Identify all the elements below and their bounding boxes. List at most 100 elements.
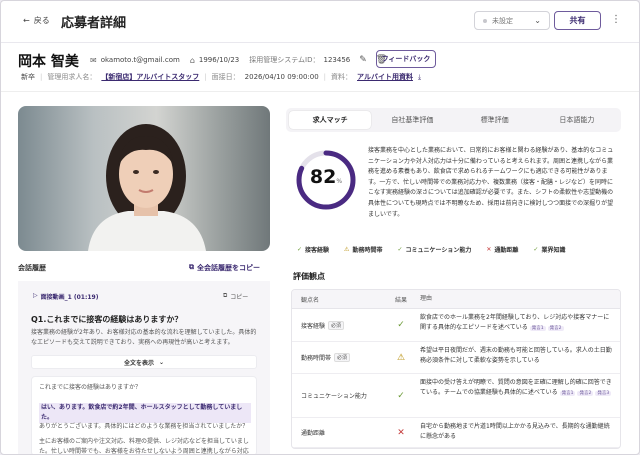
criterion-label: コミュニケーション能力 — [301, 393, 367, 400]
warning-icon: ⚠ — [396, 352, 406, 363]
share-button[interactable]: 共有 — [554, 11, 601, 30]
criteria-chip: ✓ 接客経験 — [297, 245, 329, 254]
criterion-label: 通勤距離 — [301, 430, 326, 437]
type-badge: 新卒 — [21, 73, 35, 81]
criterion-label: 接客経験 — [301, 322, 326, 330]
reason-text: 自宅から勤務地まで片道1時間以上かかる見込みで、長期的な通勤継続に懸念がある — [420, 423, 610, 440]
criteria-chips: ✓ 接客経験 ⚠ 勤務時間帯 ✓ コミュニケーション能力 ✕ 通勤距離 ✓ 業界知識 — [297, 245, 565, 254]
video-label: 面接動画_1 (01:19) — [40, 294, 99, 301]
reference-tag[interactable]: 発言1 — [529, 326, 546, 331]
job-meta: 新卒 | 管理用求人名： 【新宿店】アルバイトスタッフ | 面接日： 2026/… — [21, 72, 421, 82]
transcript-line-highlight: はい、あります。飲食店で約2年間、ホールスタッフとして勤務していました。 — [39, 403, 251, 423]
contact-meta: ✉ okamoto.t@gmail.com ⌂ 1996/10/23 採用管理シ… — [90, 55, 387, 65]
material-link[interactable]: アルバイト用資料 — [357, 72, 413, 82]
reason-text: 希望は平日夜間だが、週末の勤務も可能と回答している。求人の土日勤務必須条件に対し… — [420, 347, 612, 364]
result-cell: ⚠ — [382, 342, 420, 373]
reason-cell: 面接中の受け答えが明瞭で、質問の意図を正確に理解し的確に回答できている。チームで… — [420, 374, 620, 417]
applicant-photo — [18, 106, 270, 251]
status-value: 未設定 — [492, 16, 513, 25]
history-heading: 会話履歴 — [18, 264, 46, 272]
required-badge: 必須 — [328, 320, 345, 330]
mail-icon: ✉ — [90, 55, 97, 65]
copy-label: コピー — [230, 294, 249, 301]
edit-icon[interactable]: ✎ — [359, 55, 367, 65]
copy-all-label: 全会話履歴をコピー — [197, 264, 260, 272]
expand-button[interactable]: 全文を表示 ⌄ — [31, 355, 257, 369]
back-label: 戻る — [33, 16, 50, 25]
birthdate: 1996/10/23 — [198, 56, 240, 64]
reason-cell: 希望は平日夜間だが、週末の勤務も可能と回答している。求人の土日勤務必須条件に対し… — [420, 342, 620, 373]
tab-company-criteria[interactable]: 自社基準評価 — [371, 111, 453, 129]
copy-button[interactable]: ⧉ コピー — [223, 292, 248, 301]
chip-label: コミュニケーション能力 — [405, 247, 472, 254]
criterion-name: 接客経験 必須 — [292, 309, 382, 341]
back-button[interactable]: ← 戻る — [23, 15, 50, 26]
feedback-button[interactable]: フィードバック — [376, 50, 436, 68]
required-badge: 必須 — [334, 353, 351, 362]
video-link[interactable]: ▷ 面接動画_1 (01:19) — [33, 292, 98, 301]
interview-label: 面接日： — [211, 73, 240, 81]
applicant-detail-window: ← 戻る 応募者詳細 未設定 ⌄ 共有 ⋮ 岡本 智美 ✉ okamoto.t@… — [0, 0, 640, 455]
criteria-chip: ⚠ 勤務時間帯 — [344, 245, 382, 254]
score-value: 82 — [309, 166, 337, 188]
interview-date: 2026/04/10 09:00:00 — [244, 73, 319, 81]
reference-tag[interactable]: 発言2 — [577, 391, 594, 396]
col-reason: 理由 — [420, 295, 433, 302]
status-dot-icon — [483, 18, 487, 23]
copy-icon: ⧉ — [189, 263, 194, 271]
result-cell: ✕ — [382, 418, 420, 447]
job-link[interactable]: 【新宿店】アルバイトスタッフ — [101, 72, 199, 82]
table-row: 通勤距離 ✕ 自宅から勤務地まで片道1時間以上かかる見込みで、長期的な通勤継続に… — [292, 418, 620, 448]
header-divider — [1, 91, 639, 92]
chip-label: 接客経験 — [305, 247, 330, 254]
arrow-left-icon: ← — [23, 16, 30, 25]
criterion-name: コミュニケーション能力 — [292, 374, 382, 417]
evaluation-heading: 評価観点 — [293, 272, 325, 281]
cake-icon: ⌂ — [189, 55, 195, 65]
tab-job-match[interactable]: 求人マッチ — [289, 111, 372, 129]
tab-standard-eval[interactable]: 標準評価 — [454, 111, 536, 129]
transcript-line: 主にお客様のご案内や注文対応、料理の提供、レジ対応などを担当していました。忙しい… — [39, 438, 249, 455]
applicant-name: 岡本 智美 — [18, 54, 79, 70]
cross-icon: ✕ — [486, 246, 492, 253]
email: okamoto.t@gmail.com — [100, 56, 180, 64]
download-icon[interactable]: ⤓ — [418, 73, 421, 82]
expand-label: 全文を表示 — [123, 359, 154, 367]
portrait-illustration — [88, 124, 206, 251]
check-icon: ✓ — [533, 246, 539, 253]
chevron-down-icon: ⌄ — [158, 358, 165, 366]
copy-all-button[interactable]: ⧉ 全会話履歴をコピー — [189, 263, 260, 273]
criteria-chip: ✓ 業界知識 — [533, 245, 565, 254]
divider: | — [40, 73, 43, 81]
table-row: コミュニケーション能力 ✓ 面接中の受け答えが明瞭で、質問の意図を正確に理解し的… — [292, 374, 620, 418]
check-icon: ✓ — [297, 246, 303, 253]
more-menu-icon[interactable]: ⋮ — [611, 14, 621, 25]
job-label: 管理用求人名： — [47, 73, 97, 81]
col-name: 観点名 — [301, 296, 320, 304]
system-id-label: 採用管理システムID： — [249, 56, 320, 64]
chip-label: 業界知識 — [541, 247, 566, 254]
question-summary: 接客業務の経験が2年あり、お客様対応の基本的な流れを理解していました。具体的なエ… — [31, 329, 257, 346]
criterion-label: 勤務時間帯 — [301, 355, 332, 362]
reference-tag[interactable]: 発言3 — [595, 391, 612, 396]
tab-japanese[interactable]: 日本語能力 — [536, 111, 618, 129]
table-row: 勤務時間帯 必須 ⚠ 希望は平日夜間だが、週末の勤務も可能と回答している。求人の土… — [292, 342, 620, 374]
chip-label: 通勤距離 — [494, 247, 519, 254]
chevron-down-icon: ⌄ — [534, 16, 541, 25]
warning-icon: ⚠ — [344, 246, 350, 253]
status-select[interactable]: 未設定 ⌄ — [474, 11, 550, 30]
divider: | — [323, 73, 327, 81]
question-title: Q1.これまでに接客の経験はありますか？ — [31, 315, 183, 324]
play-icon: ▷ — [33, 292, 38, 299]
reference-tag[interactable]: 発言2 — [547, 326, 564, 331]
criteria-chip: ✕ 通勤距離 — [486, 245, 518, 254]
evaluation-table: 観点名 結果 理由 接客経験 必須 ✓ 飲食店でのホール業務を2年間経験しており、… — [291, 289, 621, 449]
divider: | — [204, 73, 207, 81]
reason-cell: 飲食店でのホール業務を2年間経験しており、レジ対応や接客マナーに関する具体的なエ… — [420, 309, 620, 341]
reason-cell: 自宅から勤務地まで片道1時間以上かかる見込みで、長期的な通勤継続に懸念がある — [420, 418, 620, 447]
transcript-line: これまでに接客の経験はありますか？ — [39, 384, 142, 391]
table-header: 観点名 結果 理由 — [292, 290, 620, 309]
reference-tag[interactable]: 発言1 — [559, 391, 576, 396]
page-title: 応募者詳細 — [61, 16, 127, 31]
transcript-line: ありがとうございます。具体的にはどのような業務を担当されていましたか？ — [39, 423, 249, 430]
